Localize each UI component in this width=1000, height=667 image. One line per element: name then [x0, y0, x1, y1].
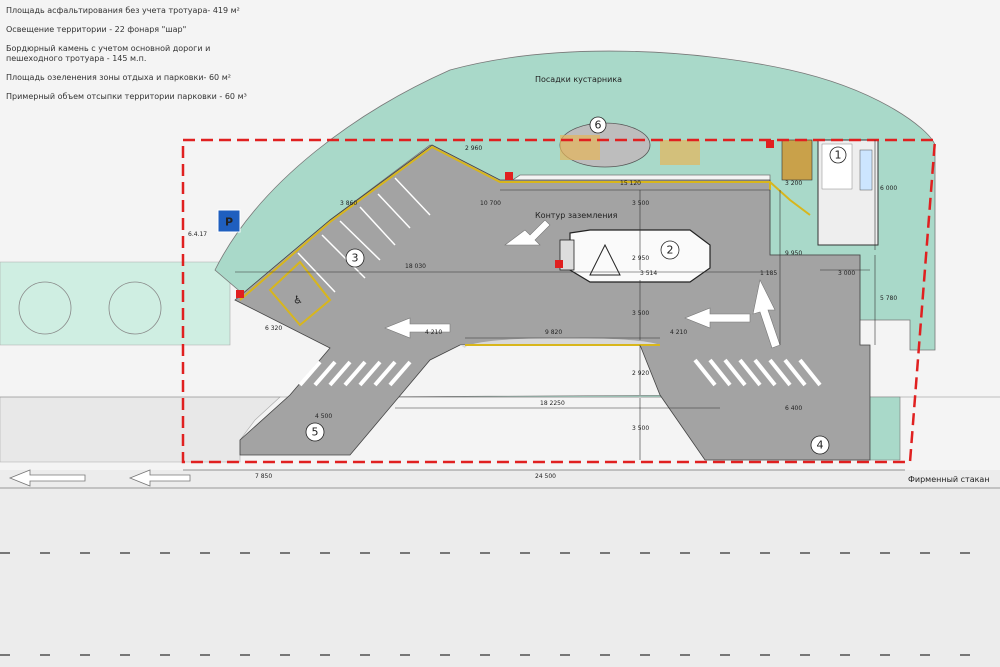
dim-3000: 3 000 — [838, 270, 855, 277]
wheelchair-icon: ♿ — [293, 294, 303, 307]
zone-5-label: 5 — [312, 426, 319, 439]
dim-6320: 6 320 — [265, 325, 282, 332]
zone-4-label: 4 — [817, 439, 824, 452]
dim-4210-left: 4 210 — [425, 329, 442, 336]
red-marker — [236, 290, 244, 298]
dim-9820: 9 820 — [545, 329, 562, 336]
note-asphalt-area: Площадь асфальтирования без учета тротуа… — [6, 6, 240, 15]
sidewalk-left — [0, 396, 281, 463]
note-curb-stone: Бордюрный камень с учетом основной дорог… — [6, 44, 211, 63]
dim-5780: 5 780 — [880, 295, 897, 302]
dim-2960: 2 960 — [465, 145, 482, 152]
red-marker — [505, 172, 513, 180]
parking-sign-letter: P — [225, 216, 233, 229]
label-brand-glass: Фирменный стакан — [908, 475, 990, 484]
shrubs-color — [660, 140, 700, 165]
main-road — [0, 470, 1000, 667]
dim-3514: 3 514 — [640, 270, 657, 277]
dim-9950: 9 950 — [785, 250, 802, 257]
dim-1185: 1 185 — [760, 270, 777, 277]
zone-1-label: 1 — [835, 149, 842, 162]
zone-6-label: 6 — [595, 119, 602, 132]
hatched-area — [781, 139, 813, 181]
green-strip-left — [0, 261, 231, 346]
dim-2950: 2 950 — [632, 255, 649, 262]
dim-4500: 4 500 — [315, 413, 332, 420]
dim-3500-bottom: 3 500 — [632, 425, 649, 432]
dim-2920: 2 920 — [632, 370, 649, 377]
notes-block: Площадь асфальтирования без учета тротуа… — [6, 6, 266, 111]
dim-4210-right: 4 210 — [670, 329, 687, 336]
dim-3860: 3 860 — [340, 200, 357, 207]
zone-2-label: 2 — [667, 244, 674, 257]
dim-6400: 6 400 — [785, 405, 802, 412]
dim-15120: 15 120 — [620, 180, 641, 187]
zone-3-label: 3 — [352, 252, 359, 265]
site-plan-drawing: ♿ 15 120 10 700 18 030 9 820 4 210 4 210… — [0, 0, 1000, 667]
building-1-window — [859, 149, 873, 191]
dim-3500-upper: 3 500 — [632, 200, 649, 207]
dim-3200: 3 200 — [785, 180, 802, 187]
red-marker — [555, 260, 563, 268]
sign-code: 6.4.17 — [188, 231, 207, 238]
parking-sign: P — [217, 209, 241, 233]
label-shrubs: Посадки кустарника — [535, 75, 622, 84]
dim-7850: 7 850 — [255, 473, 272, 480]
dim-6000: 6 000 — [880, 185, 897, 192]
dim-18030: 18 030 — [405, 263, 426, 270]
dim-24500: 24 500 — [535, 473, 556, 480]
dim-18225: 18 2250 — [540, 400, 565, 407]
dim-3500-lower: 3 500 — [632, 310, 649, 317]
note-fill-volume: Примерный объем отсыпки территории парко… — [6, 92, 247, 101]
note-lighting: Освещение территории - 22 фонаря "шар" — [6, 25, 187, 34]
label-grounding: Контур заземления — [535, 211, 618, 220]
dim-10700: 10 700 — [480, 200, 501, 207]
note-landscaping-area: Площадь озеленения зоны отдыха и парковк… — [6, 73, 231, 82]
